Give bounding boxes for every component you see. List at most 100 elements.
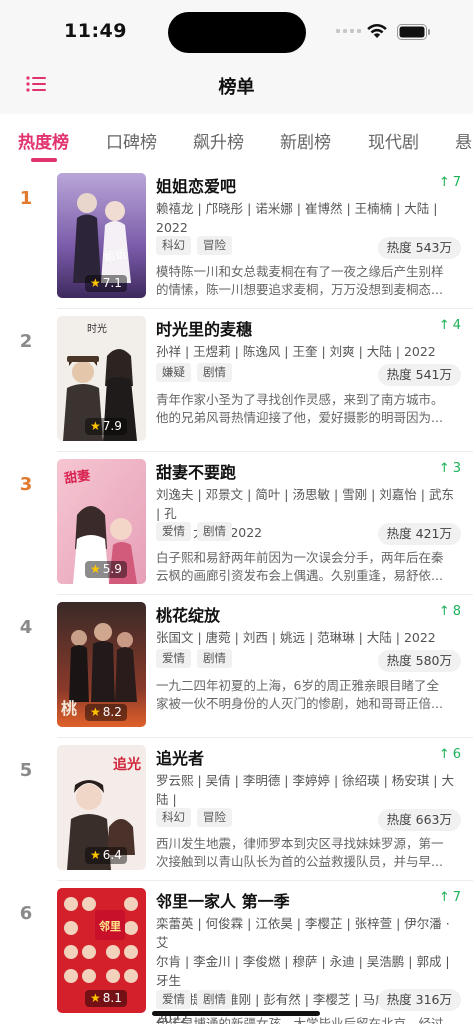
tab-hot[interactable]: 热度榜 — [18, 128, 69, 153]
cast-info: 孙祥 | 王煜莉 | 陈逸风 | 王奎 | 刘爽 | 大陆 | 2022 — [156, 342, 461, 361]
rating-value: 8.1 — [102, 991, 122, 1005]
genre-tag: 爱情 — [156, 522, 191, 541]
cast-line: 孙祥 | 王煜莉 | 陈逸风 | 王奎 | 刘爽 | 大陆 | 2022 — [156, 344, 436, 359]
trend-indicator: ↑ 7 — [439, 175, 461, 190]
trend-indicator: ↑ 4 — [439, 318, 461, 333]
trend-indicator: ↑ 6 — [439, 747, 461, 762]
arrow-up-icon: ↑ — [438, 604, 450, 619]
rank-number: 4 — [19, 617, 33, 638]
description: 青年作家小圣为了寻找创作灵感，来到了南方城市。 他的兄弟风哥热情迎接了他，爱好摄… — [156, 391, 461, 427]
poster-image: 姐姐 ★ 7.1 — [57, 173, 146, 298]
description-line: 模特陈一川和女总裁麦桐在有了一夜之缘后产生别样 — [156, 264, 444, 279]
trend-indicator: ↑ 7 — [439, 890, 461, 905]
description-line: 伊诺早博通的新疆女孩，大学毕业后留在北京，经过 — [156, 1016, 444, 1024]
description-line: 的情愫，陈一川想要追求麦桐，万万没想到麦桐态... — [156, 282, 443, 297]
genre-tag: 嫌疑 — [156, 363, 191, 382]
cast-line: 2022 — [156, 220, 188, 235]
rating-badge: ★ 8.2 — [85, 704, 127, 721]
drama-title: 时光里的麦穗 — [156, 320, 253, 339]
status-bar: 11:49 — [0, 0, 473, 62]
genre-tag: 爱情 — [156, 649, 191, 668]
trend-value: 3 — [452, 461, 461, 476]
tag-list: 爱情 剧情 — [156, 990, 232, 1009]
arrow-up-icon: ↑ — [438, 175, 450, 190]
rating-value: 5.9 — [102, 562, 122, 576]
rank-number: 6 — [19, 903, 33, 924]
rank-number: 5 — [19, 760, 33, 781]
drama-title: 邻里一家人 第一季 — [156, 892, 290, 911]
genre-tag: 剧情 — [197, 990, 232, 1009]
drama-title: 桃花绽放 — [156, 606, 221, 625]
tab-modern[interactable]: 现代剧 — [368, 128, 419, 153]
trend-value: 7 — [452, 175, 461, 190]
cast-line: 赖禧龙 | 邝晓彤 | 诺米娜 | 崔博然 | 王楠楠 | 大陆 | — [156, 201, 438, 216]
list-item[interactable]: 6 邻里 ★ 8.1 邻里一家人 第一季 ↑ 7 栾蕾英 | 何俊霖 | 江依昊 |… — [0, 881, 473, 1024]
drama-title: 追光者 — [156, 749, 205, 768]
list-item[interactable]: 5 追光 ★ 6.4 追光者 ↑ 6 罗云熙 | 吴倩 | 李明德 | 李婷婷 | … — [0, 738, 473, 881]
genre-tag: 科幻 — [156, 236, 191, 255]
heat-badge: 热度 316万 — [377, 989, 461, 1011]
description-line: 白子熙和易舒两年前因为一次误会分手，两年后在秦 — [156, 550, 444, 565]
description: 一九二四年初夏的上海，6岁的周正雅亲眼目睹了全 家被一伙不明身份的人灭门的惨剧，… — [156, 677, 461, 713]
heat-badge: 热度 541万 — [377, 364, 461, 386]
tab-reputation[interactable]: 口碑榜 — [106, 128, 157, 153]
list-item[interactable]: 4 桃 ★ 8.2 桃花绽放 ↑ 8 张国文 | 唐菀 | 刘西 | 姚远 | 范琳… — [0, 595, 473, 738]
poster-image: 邻里 ★ 8.1 — [57, 888, 146, 1013]
tab-suspense[interactable]: 悬 — [455, 128, 472, 153]
rating-badge: ★ 6.4 — [85, 847, 127, 864]
cast-line: 罗云熙 | 吴倩 | 李明德 | 李婷婷 | 徐绍瑛 | 杨安琪 | 大陆 | — [156, 773, 454, 807]
description-line: 次接触到以青山队长为首的公益救援队员，并与早... — [156, 854, 443, 869]
heat-badge: 热度 421万 — [377, 523, 461, 545]
tag-list: 爱情 剧情 — [156, 649, 232, 668]
poster-image: 追光 ★ 6.4 — [57, 745, 146, 870]
tab-rising[interactable]: 飙升榜 — [193, 128, 244, 153]
home-indicator[interactable] — [152, 1011, 320, 1016]
description: 模特陈一川和女总裁麦桐在有了一夜之缘后产生别样 的情愫，陈一川想要追求麦桐，万万… — [156, 263, 461, 299]
rank-number: 1 — [19, 188, 33, 209]
status-time: 11:49 — [64, 20, 127, 42]
active-tab-indicator — [31, 158, 57, 162]
battery-icon — [397, 24, 430, 40]
cellular-signal-icon — [336, 29, 361, 33]
tab-new[interactable]: 新剧榜 — [280, 128, 331, 153]
trend-value: 7 — [452, 890, 461, 905]
poster-image: 甜妻 ★ 5.9 — [57, 459, 146, 584]
rank-number: 2 — [19, 331, 33, 352]
genre-tag: 剧情 — [197, 649, 232, 668]
trend-indicator: ↑ 8 — [439, 604, 461, 619]
genre-tag: 科幻 — [156, 808, 191, 827]
rank-number: 3 — [19, 474, 33, 495]
arrow-up-icon: ↑ — [438, 747, 450, 762]
tag-list: 爱情 剧情 — [156, 522, 232, 541]
star-icon: ★ — [90, 276, 101, 290]
cast-line: 刘逸夫 | 邓景文 | 简叶 | 汤思敏 | 雪刚 | 刘嘉怡 | 武东 | 孔 — [156, 487, 454, 521]
tag-list: 科幻 冒险 — [156, 808, 232, 827]
rating-value: 7.9 — [102, 419, 122, 433]
rating-badge: ★ 7.9 — [85, 418, 127, 435]
category-tabs: 热度榜 口碑榜 飙升榜 新剧榜 现代剧 悬 — [0, 114, 473, 166]
arrow-up-icon: ↑ — [438, 461, 450, 476]
description-line: 一九二四年初夏的上海，6岁的周正雅亲眼目睹了全 — [156, 678, 439, 693]
star-icon: ★ — [90, 419, 101, 433]
cast-info: 赖禧龙 | 邝晓彤 | 诺米娜 | 崔博然 | 王楠楠 | 大陆 | 2022 — [156, 199, 461, 237]
cast-line: 尔肯 | 李金川 | 李俊燃 | 穆萨 | 永迪 | 吴浩鹏 | 郭成 | 牙生 — [156, 954, 450, 988]
description: 伊诺早博通的新疆女孩，大学毕业后留在北京，经过 — [156, 1015, 461, 1024]
trend-indicator: ↑ 3 — [439, 461, 461, 476]
heat-badge: 热度 543万 — [377, 237, 461, 259]
description-line: 家被一伙不明身份的人灭门的惨剧，她和哥哥正倍... — [156, 696, 443, 711]
tag-list: 嫌疑 剧情 — [156, 363, 232, 382]
genre-tag: 剧情 — [197, 363, 232, 382]
star-icon: ★ — [90, 705, 101, 719]
list-item[interactable]: 2 时光 ★ 7.9 时光里的麦穗 ↑ 4 孙祥 | 王煜莉 | 陈逸风 | 王奎 … — [0, 309, 473, 452]
wifi-icon — [367, 24, 387, 38]
list-item[interactable]: 3 甜妻 ★ 5.9 甜妻不要跑 ↑ 3 刘逸夫 | 邓景文 | 简叶 | 汤思敏 … — [0, 452, 473, 595]
poster-image: 桃 ★ 8.2 — [57, 602, 146, 727]
cast-info: 张国文 | 唐菀 | 刘西 | 姚远 | 范琳琳 | 大陆 | 2022 — [156, 628, 461, 647]
list-item[interactable]: 1 姐姐 ★ 7.1 姐姐恋爱吧 ↑ 7 赖禧龙 | 邝晓彤 | 诺米娜 | 崔博然… — [0, 166, 473, 309]
page-title: 榜单 — [218, 77, 255, 98]
svg-text:追光: 追光 — [113, 756, 141, 773]
rating-badge: ★ 7.1 — [85, 275, 127, 292]
svg-text:邻里: 邻里 — [98, 919, 121, 933]
rating-value: 6.4 — [102, 848, 122, 862]
poster-image: 时光 ★ 7.9 — [57, 316, 146, 441]
